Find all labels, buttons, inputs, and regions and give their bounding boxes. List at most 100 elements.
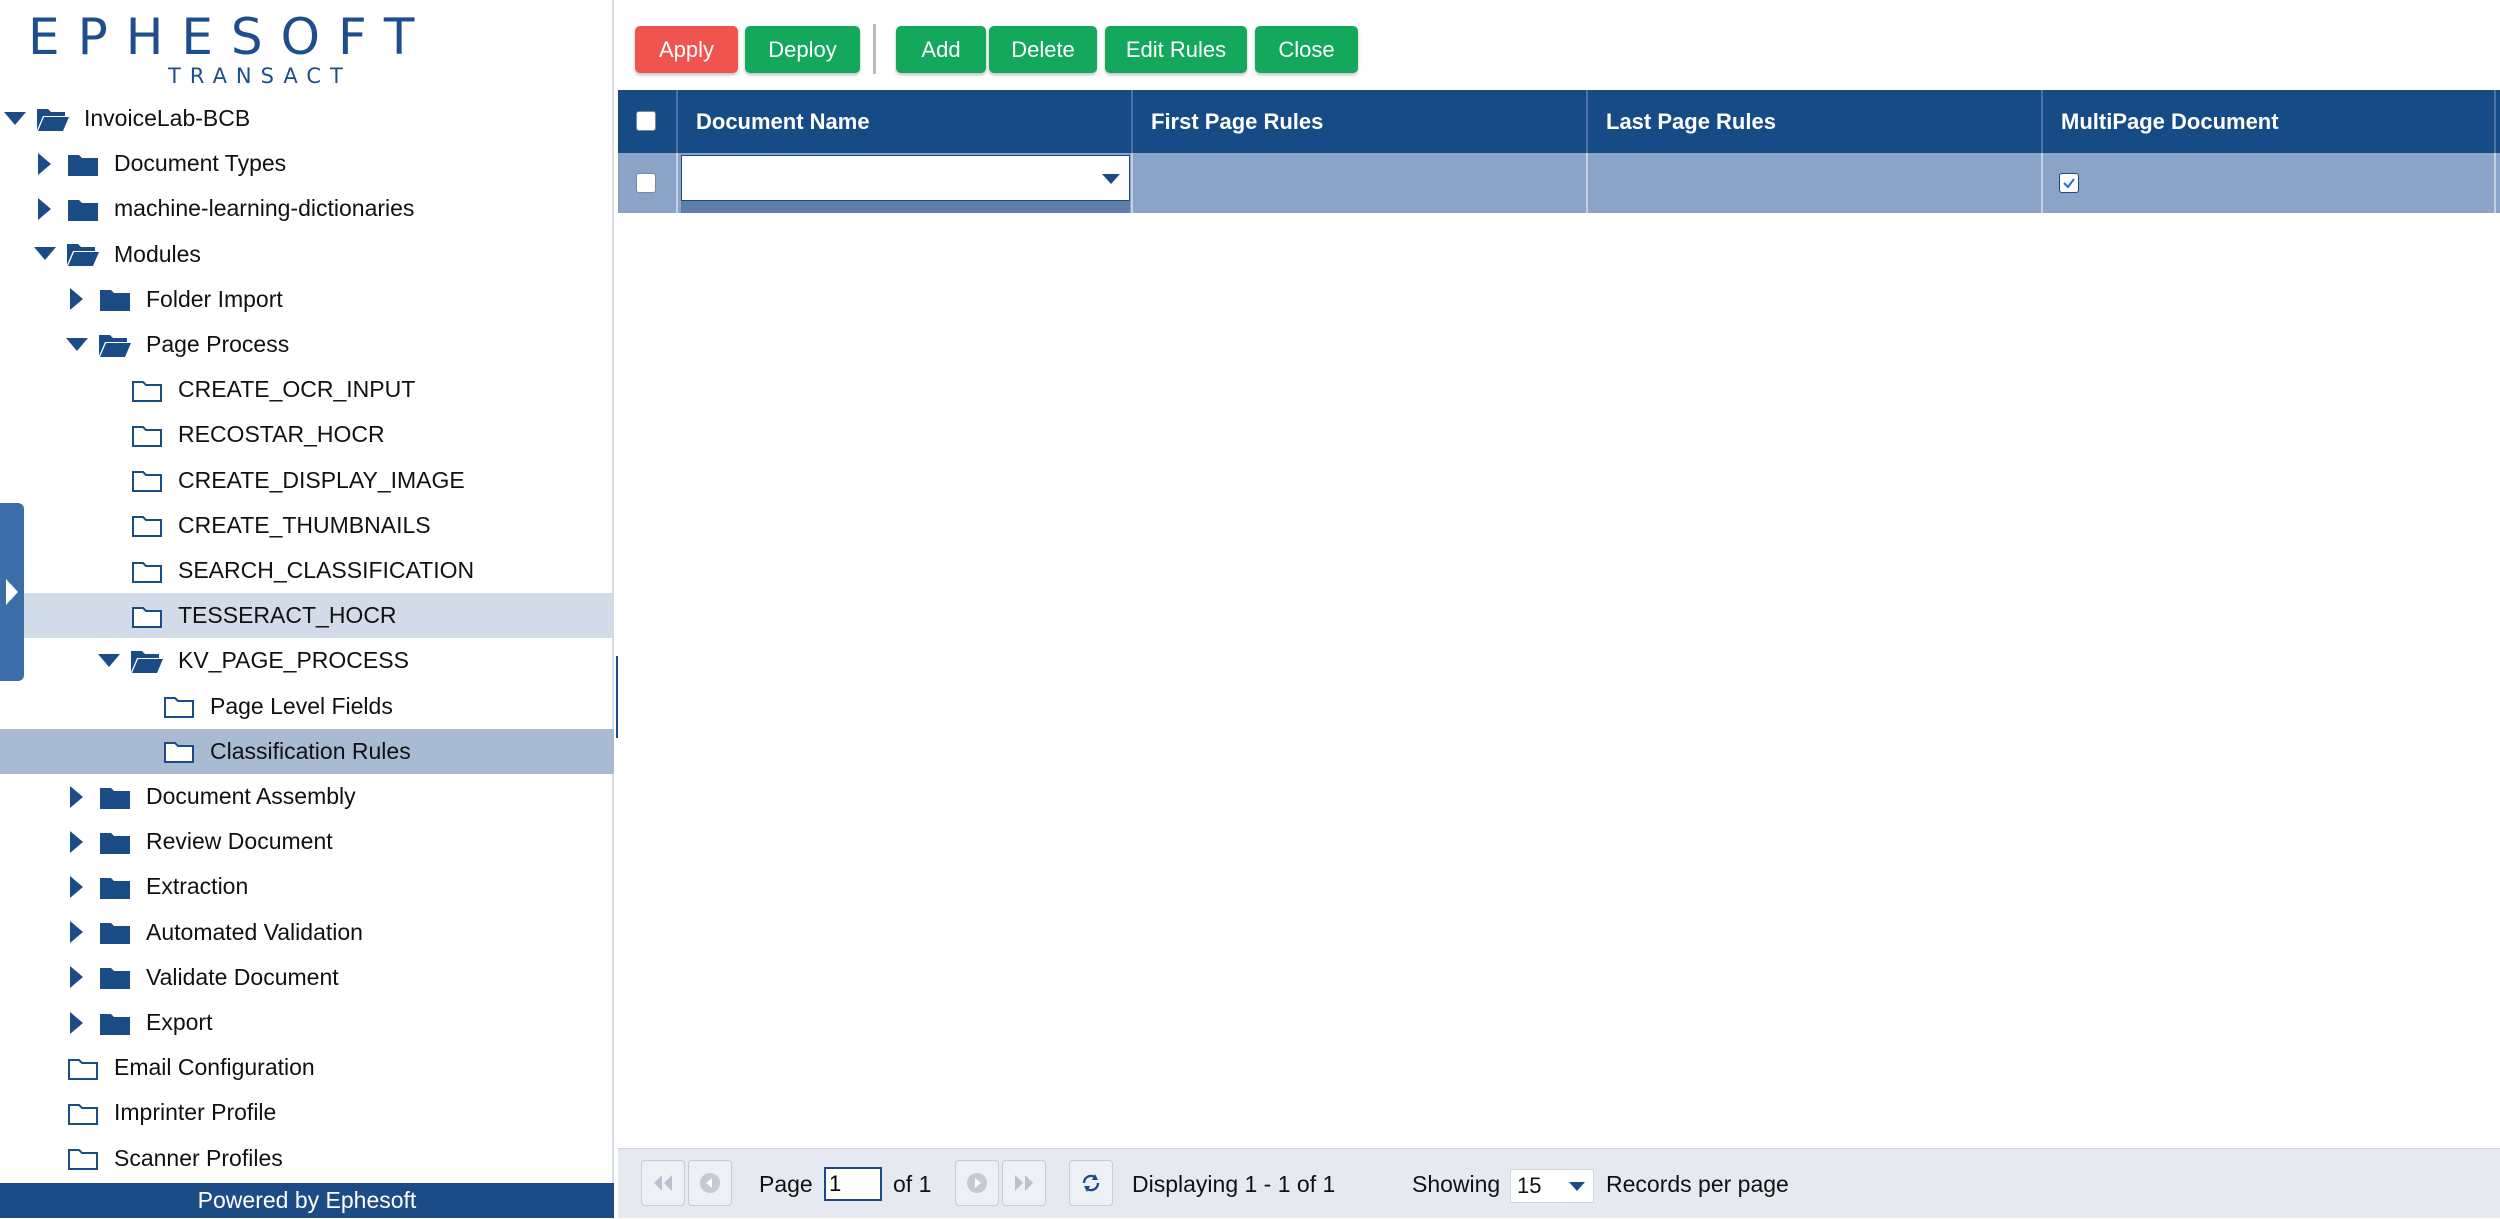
tree-item[interactable]: Automated Validation [0,910,614,955]
previous-page-button[interactable] [688,1160,732,1206]
tree-item[interactable]: InvoiceLab-BCB [0,96,614,141]
tree-item-label: Extraction [146,873,249,900]
chevron-down-icon[interactable] [1102,172,1120,190]
expand-panel-handle[interactable] [0,503,24,681]
paging-toolbar: Page of 1 Displaying 1 - 1 of 1 Showing … [618,1148,2500,1218]
tree-item[interactable]: Extraction [0,864,614,909]
tree-item[interactable]: Document Assembly [0,774,614,819]
expand-arrow-icon[interactable] [66,1011,88,1034]
expand-arrow-icon[interactable] [34,152,56,175]
folder-outline-icon [130,602,164,630]
collapse-arrow-icon[interactable] [66,334,88,356]
tree-item[interactable]: KV_PAGE_PROCESS [0,638,614,683]
tree-item[interactable]: CREATE_OCR_INPUT [0,367,614,412]
tree-item[interactable]: Imprinter Profile [0,1090,614,1135]
folder-open-icon [130,647,164,675]
tree-item[interactable]: CREATE_THUMBNAILS [0,503,614,548]
tree-item[interactable]: Document Types [0,141,614,186]
tree-item[interactable]: machine-learning-dictionaries [0,186,614,231]
folder-icon [98,918,132,946]
last-page-rules-cell[interactable] [1588,153,2043,213]
expand-arrow-icon[interactable] [66,875,88,898]
folder-outline-icon [130,376,164,404]
header-first-page-rules[interactable]: First Page Rules [1133,90,1588,153]
expand-arrow-icon[interactable] [34,197,56,220]
tree-item[interactable]: Modules [0,232,614,277]
apply-button[interactable]: Apply [635,26,738,73]
multipage-checkbox[interactable] [2059,173,2079,193]
expand-right-icon [6,579,18,605]
close-button[interactable]: Close [1255,26,1358,73]
tree-item-label: RECOSTAR_HOCR [178,421,385,448]
header-last-page-rules[interactable]: Last Page Rules [1588,90,2043,153]
folder-outline-icon [130,421,164,449]
tree-item-label: CREATE_DISPLAY_IMAGE [178,466,465,493]
folder-open-icon [98,331,132,359]
tree-item[interactable]: Classification Rules [0,728,614,774]
collapse-arrow-icon[interactable] [4,108,26,130]
page-label: Page [759,1170,813,1197]
first-page-icon [654,1175,672,1191]
tree-item-label: Imprinter Profile [114,1099,277,1126]
tree-item[interactable]: RECOSTAR_HOCR [0,412,614,457]
records-per-page-select[interactable]: 15 [1510,1169,1594,1203]
header-document-name[interactable]: Document Name [678,90,1133,153]
row-select-checkbox[interactable] [636,173,656,193]
tree-item[interactable]: Validate Document [0,955,614,1000]
folder-icon [66,150,100,178]
tree-item[interactable]: Page Process [0,322,614,367]
expand-arrow-icon[interactable] [66,785,88,808]
classification-rules-grid: Document Name First Page Rules Last Page… [618,90,2500,1148]
expand-arrow-icon[interactable] [66,830,88,853]
deploy-button[interactable]: Deploy [745,26,860,73]
expand-arrow-icon[interactable] [66,921,88,944]
folder-outline-icon [162,692,196,720]
page-number-input[interactable] [824,1167,882,1201]
last-page-icon [1015,1175,1033,1191]
tree-item-label: Folder Import [146,285,283,312]
refresh-icon [1082,1174,1100,1192]
tree-item-label: Document Assembly [146,783,356,809]
navigation-panel: EPHESOFT TRANSACT InvoiceLab-BCB Document… [0,0,614,1218]
last-page-button[interactable] [1002,1160,1046,1206]
tree-item[interactable]: Folder Import [0,277,614,322]
tree-item[interactable]: CREATE_DISPLAY_IMAGE [0,458,614,503]
collapse-arrow-icon[interactable] [34,243,56,265]
tree-item-label: Classification Rules [210,737,411,764]
folder-icon [98,963,132,991]
first-page-button[interactable] [641,1160,685,1206]
next-page-button[interactable] [955,1160,999,1206]
first-page-rules-cell[interactable] [1133,153,1588,213]
add-button[interactable]: Add [896,26,986,73]
tree-item-label: KV_PAGE_PROCESS [178,647,409,674]
multipage-document-cell[interactable] [2043,153,2496,213]
tree-item[interactable]: Export [0,1000,614,1045]
row-select-cell [618,153,678,213]
edit-rules-button[interactable]: Edit Rules [1105,26,1247,73]
document-name-select[interactable] [681,155,1130,201]
tree-item-label: SEARCH_CLASSIFICATION [178,557,475,583]
folder-outline-icon [130,511,164,539]
collapse-arrow-icon[interactable] [98,650,120,672]
tree-item[interactable]: Review Document [0,819,614,864]
tree-item[interactable]: Email Configuration [0,1045,614,1090]
toolbar-separator [873,24,876,74]
tree-item[interactable]: Scanner Profiles [0,1136,614,1181]
header-multipage-document[interactable]: MultiPage Document [2043,90,2496,153]
expand-arrow-icon[interactable] [66,288,88,311]
tree-item[interactable]: Page Level Fields [0,684,614,729]
select-all-checkbox[interactable] [636,111,656,131]
delete-button[interactable]: Delete [989,26,1097,73]
tree-item[interactable]: TESSERACT_HOCR [0,593,614,639]
folder-open-icon [36,105,70,133]
refresh-button[interactable] [1069,1160,1113,1206]
configuration-tree: InvoiceLab-BCB Document Types machine-lear… [0,93,614,1183]
select-all-cell [618,90,678,153]
expand-arrow-icon[interactable] [66,966,88,989]
tree-item[interactable]: SEARCH_CLASSIFICATION [0,548,614,593]
